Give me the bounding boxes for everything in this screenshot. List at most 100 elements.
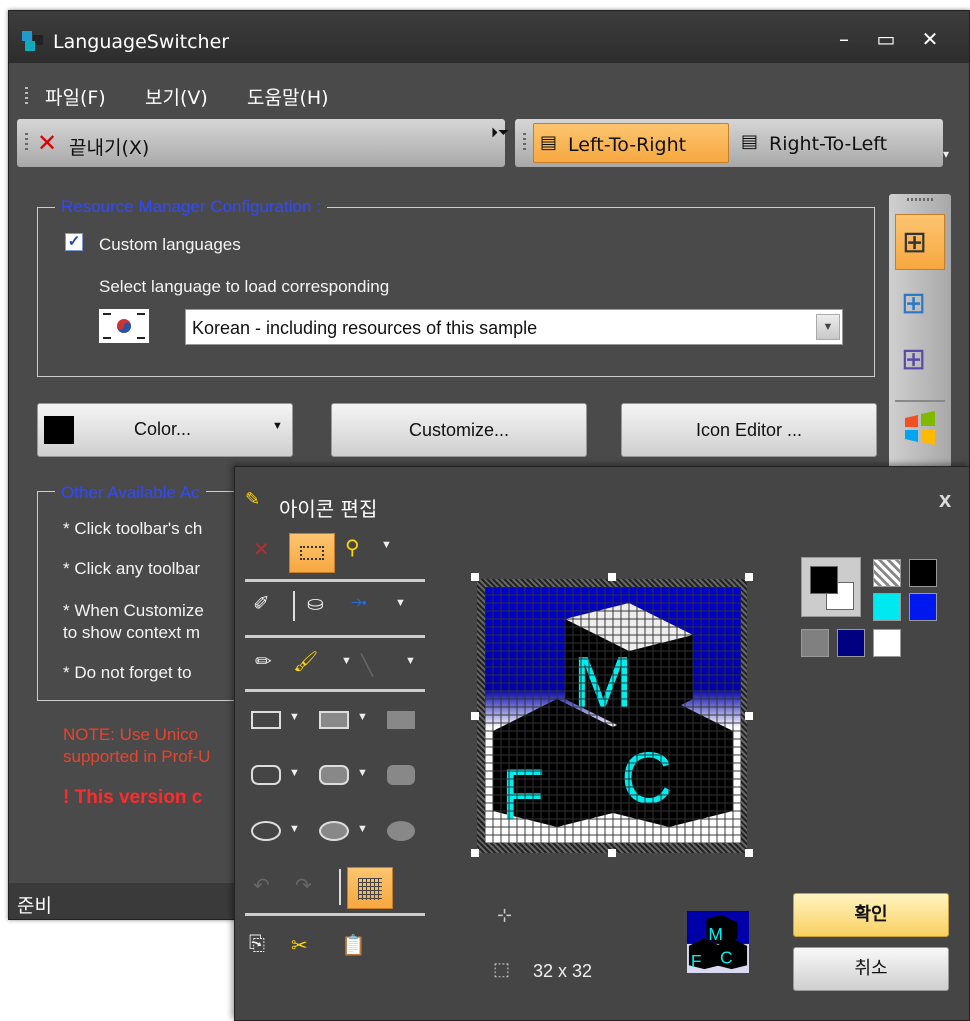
menu-view[interactable]: 보기(V)	[145, 83, 208, 110]
pick-color-icon[interactable]: ⤞	[351, 591, 367, 614]
tool-separator	[245, 689, 425, 692]
tool-separator	[245, 579, 425, 582]
ellipse-filled-outline-icon[interactable]	[319, 821, 349, 841]
color-selector[interactable]	[801, 557, 861, 617]
menu-file[interactable]: 파일(F)	[45, 83, 106, 110]
windows-logo-icon[interactable]	[901, 410, 939, 448]
resize-handle[interactable]	[608, 573, 616, 581]
rtl-button[interactable]: ▤ Right-To-Left	[737, 123, 935, 163]
transparent-swatch[interactable]	[873, 559, 901, 587]
ltr-button[interactable]: ▤ Left-To-Right	[533, 123, 729, 163]
icon-editor-button[interactable]: Icon Editor ...	[621, 403, 877, 457]
cancel-button[interactable]: 취소	[793, 947, 949, 991]
white-swatch[interactable]	[873, 629, 901, 657]
chevron-down-icon[interactable]: ▼	[816, 314, 840, 340]
toolbar-main: ✕ 끝내기(X) ⏵⏷	[17, 119, 509, 167]
maximize-button[interactable]: ▭	[871, 25, 901, 53]
fill-bucket-icon[interactable]: ⛀	[307, 591, 324, 616]
close-button[interactable]: ✕	[915, 25, 945, 53]
cursor-position-icon: ⊹	[497, 905, 513, 925]
icon-editor-dialog: ✎ 아이콘 편집 x ✕ ⚲ ▼ ✐ ⛀ ⤞ ▼ ✏ 🖌 ▼ ╲ ▼ ▼ ▼ ▼…	[234, 466, 970, 1021]
line-tool-icon[interactable]: ╲	[361, 653, 373, 678]
toolbar-grip[interactable]	[25, 133, 28, 153]
cut-icon[interactable]: ✂	[291, 933, 308, 958]
select-rect-tool[interactable]	[289, 533, 335, 573]
other-actions-label: Other Available Ac	[55, 483, 206, 503]
grid-layout-icon-3[interactable]: ⊞	[901, 342, 926, 377]
undo-icon[interactable]: ↶	[253, 873, 270, 898]
custom-languages-checkbox[interactable]: ✓	[65, 233, 83, 251]
app-icon	[22, 31, 43, 51]
color-button-label: Color...	[134, 419, 192, 439]
menu-grip[interactable]	[25, 87, 28, 107]
color-swatch	[44, 416, 74, 444]
other-line-3a: * When Customize	[63, 601, 204, 620]
language-select[interactable]: Korean - including resources of this sam…	[185, 309, 843, 345]
svg-text:C: C	[720, 947, 733, 967]
resize-handle[interactable]	[745, 573, 753, 581]
navy-swatch[interactable]	[837, 629, 865, 657]
vertical-toolbar: ⊞ ⊞ ⊞	[889, 194, 951, 484]
ok-button[interactable]: 확인	[793, 893, 949, 937]
ellipse-outline-icon[interactable]	[251, 821, 281, 841]
chevron-down-icon[interactable]: ▼	[341, 655, 352, 667]
toolbar2-grip[interactable]	[523, 133, 526, 153]
roundrect-filled-outline-icon[interactable]	[319, 765, 349, 785]
rect-filled-icon[interactable]	[387, 711, 415, 729]
toolbar-overflow-icon[interactable]: ⏵⏷	[491, 125, 509, 141]
pencil-tool-icon[interactable]: ✏	[255, 649, 272, 674]
foreground-color-swatch[interactable]	[810, 566, 838, 594]
exit-button[interactable]: 끝내기(X)	[69, 133, 149, 160]
select-language-text: Select language to load corresponding	[99, 277, 390, 296]
tool-separator	[245, 635, 425, 638]
chevron-down-icon[interactable]: ▼	[289, 823, 300, 835]
chevron-down-icon[interactable]: ▼	[395, 597, 406, 609]
chevron-down-icon[interactable]: ▼	[381, 539, 392, 551]
color-button[interactable]: Color... ▼	[37, 403, 293, 457]
roundrect-outline-icon[interactable]	[251, 765, 281, 785]
chevron-down-icon[interactable]: ▼	[357, 767, 368, 779]
delete-icon[interactable]: ✕	[253, 537, 270, 562]
chevron-down-icon[interactable]: ▼	[357, 711, 368, 723]
rtl-label: Right-To-Left	[769, 133, 888, 155]
resize-handle[interactable]	[745, 849, 753, 857]
rect-filled-outline-icon[interactable]	[319, 711, 349, 729]
grid-layout-icon: ⊞	[902, 226, 928, 259]
ellipse-filled-icon[interactable]	[387, 821, 415, 841]
resize-handle[interactable]	[745, 712, 753, 720]
roundrect-filled-icon[interactable]	[387, 765, 415, 785]
icon-canvas[interactable]: M F C	[485, 587, 741, 843]
chevron-down-icon[interactable]: ▼	[289, 767, 300, 779]
resize-handle[interactable]	[471, 573, 479, 581]
zoom-icon[interactable]: ⚲	[345, 535, 360, 560]
chevron-down-icon[interactable]: ▼	[405, 655, 416, 667]
rect-outline-icon[interactable]	[251, 711, 281, 729]
vertical-toolbar-grip[interactable]	[907, 198, 933, 201]
cyan-swatch[interactable]	[873, 593, 901, 621]
blue-swatch[interactable]	[909, 593, 937, 621]
toolbar2-overflow-icon[interactable]: ▾	[943, 147, 949, 161]
resize-handle[interactable]	[471, 849, 479, 857]
copy-icon[interactable]: ⎘	[249, 933, 265, 956]
resize-handle[interactable]	[471, 712, 479, 720]
resize-handle[interactable]	[608, 849, 616, 857]
note-line-2: supported in Prof-U	[63, 747, 211, 766]
menu-help[interactable]: 도움말(H)	[247, 83, 329, 110]
chevron-down-icon[interactable]: ▼	[357, 823, 368, 835]
eyedropper-icon[interactable]: ✐	[253, 591, 270, 616]
customize-button[interactable]: Customize...	[331, 403, 587, 457]
dialog-close-button[interactable]: x	[939, 487, 951, 513]
other-line-3b: to show context m	[63, 623, 201, 642]
icon-editor-title: 아이콘 편집	[279, 497, 378, 521]
brush-icon[interactable]: 🖌	[293, 649, 318, 674]
minimize-button[interactable]: –	[829, 25, 859, 53]
chevron-down-icon[interactable]: ▼	[289, 711, 300, 723]
black-swatch[interactable]	[909, 559, 937, 587]
layout-icon-1[interactable]: ⊞	[895, 214, 945, 270]
window-title: LanguageSwitcher	[53, 31, 230, 53]
grid-layout-icon-2[interactable]: ⊞	[901, 286, 926, 321]
grid-toggle-button[interactable]	[347, 867, 393, 909]
redo-icon[interactable]: ↷	[295, 873, 312, 898]
gray-swatch[interactable]	[801, 629, 829, 657]
paste-icon[interactable]: 📋	[341, 933, 366, 958]
